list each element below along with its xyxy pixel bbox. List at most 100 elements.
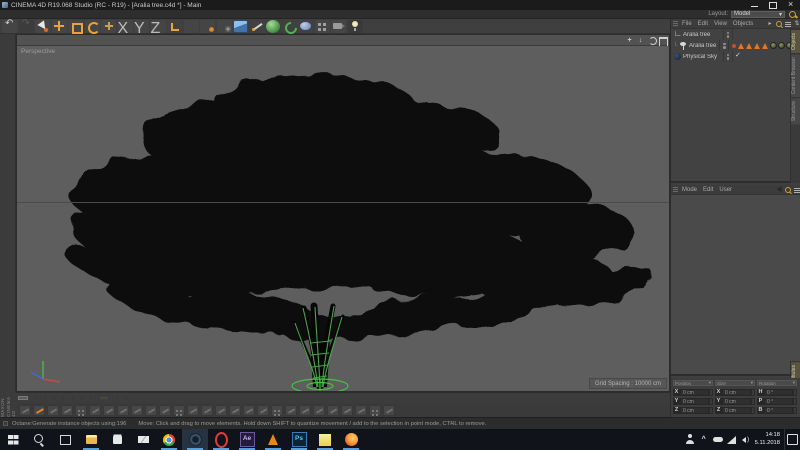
last-tool-icon[interactable]: [101, 20, 116, 33]
vlc-icon[interactable]: [260, 429, 286, 450]
modeling-command-icon[interactable]: [243, 405, 255, 416]
tray-expand-icon[interactable]: [697, 429, 711, 450]
scale-tool-icon[interactable]: [68, 20, 83, 33]
attribute-manager-menu-item[interactable]: Mode: [679, 187, 700, 193]
visibility-dots[interactable]: [719, 40, 729, 51]
minimize-icon[interactable]: [746, 0, 764, 10]
tool-tab[interactable]: [91, 397, 100, 399]
modeling-command-icon[interactable]: [187, 405, 199, 416]
modeling-command-icon[interactable]: [75, 405, 87, 416]
side-tab[interactable]: Content Browser: [791, 53, 800, 97]
modeling-command-icon[interactable]: [355, 405, 367, 416]
mail-icon[interactable]: [130, 429, 156, 450]
visibility-dots[interactable]: [723, 29, 733, 40]
filter-icon[interactable]: [784, 20, 792, 28]
render-picture-viewer-icon[interactable]: [200, 20, 215, 33]
dolly-view-icon[interactable]: [636, 36, 645, 45]
coordinate-header-dropdown[interactable]: Position▾: [673, 380, 713, 386]
spinner[interactable]: [709, 389, 713, 396]
mograph-cloner-icon[interactable]: [282, 20, 297, 33]
modeling-command-icon[interactable]: [341, 405, 353, 416]
spinner[interactable]: [793, 389, 797, 396]
onedrive-icon[interactable]: [711, 429, 725, 450]
chrome-icon[interactable]: [156, 429, 182, 450]
modeling-command-icon[interactable]: [271, 405, 283, 416]
material-sphere-icon[interactable]: [770, 42, 777, 49]
modeling-command-icon[interactable]: [145, 405, 157, 416]
modeling-command-icon[interactable]: [299, 405, 311, 416]
warn-triangle-icon[interactable]: [738, 43, 744, 49]
side-tab[interactable]: Structure: [791, 97, 800, 124]
tool-tab[interactable]: [46, 397, 55, 399]
search-icon[interactable]: [26, 429, 52, 450]
redo-icon[interactable]: [19, 20, 34, 33]
spinner[interactable]: [751, 398, 755, 405]
size-x-field[interactable]: 0 cm: [722, 389, 751, 396]
toggle-panels-icon[interactable]: [658, 36, 667, 45]
action-center-icon[interactable]: [784, 429, 800, 450]
subdivision-surface-icon[interactable]: [266, 20, 280, 33]
volume-icon[interactable]: [739, 429, 753, 450]
contact-icon[interactable]: [683, 429, 697, 450]
spinner[interactable]: [751, 407, 755, 414]
start-icon[interactable]: [0, 429, 26, 450]
light-icon[interactable]: [348, 20, 363, 33]
file-explorer-icon[interactable]: [78, 429, 104, 450]
position-z-field[interactable]: 0 cm: [680, 407, 709, 414]
spinner[interactable]: [709, 398, 713, 405]
maximize-icon[interactable]: [764, 0, 782, 10]
spline-pen-icon[interactable]: [250, 20, 265, 33]
metaball-icon[interactable]: [298, 20, 313, 33]
attribute-manager-menu-item[interactable]: Edit: [700, 187, 716, 193]
check-icon[interactable]: [735, 52, 742, 61]
y-axis-lock-icon[interactable]: [134, 20, 149, 33]
search-icon[interactable]: [784, 186, 792, 194]
search-icon[interactable]: [775, 20, 783, 28]
tool-tab[interactable]: [64, 397, 73, 399]
modeling-command-icon[interactable]: [327, 405, 339, 416]
object-manager-menu-item[interactable]: Objects: [730, 21, 756, 27]
task-view-icon[interactable]: [52, 429, 78, 450]
tool-tab[interactable]: [73, 397, 82, 399]
tool-tab[interactable]: [55, 397, 64, 399]
modeling-command-icon[interactable]: [103, 405, 115, 416]
tool-tab[interactable]: [18, 396, 28, 400]
material-sphere-icon[interactable]: [778, 42, 785, 49]
red-dot-icon[interactable]: [732, 44, 736, 48]
warn-triangle-icon[interactable]: [754, 43, 760, 49]
render-view-icon[interactable]: [184, 20, 199, 33]
object-row-aralia-tree-child[interactable]: └ Aralia tree: [671, 40, 800, 51]
object-row-physical-sky[interactable]: Physical Sky: [671, 51, 800, 62]
tool-tab[interactable]: [100, 397, 109, 399]
undo-icon[interactable]: [2, 20, 17, 33]
rotation-h-field[interactable]: 0 °: [764, 389, 793, 396]
firefox-icon[interactable]: [338, 429, 364, 450]
tool-tab[interactable]: [28, 397, 37, 399]
z-axis-lock-icon[interactable]: [151, 20, 166, 33]
size-y-field[interactable]: 0 cm: [722, 398, 751, 405]
modeling-command-icon[interactable]: [47, 405, 59, 416]
modeling-command-icon[interactable]: [201, 405, 213, 416]
rotate-tool-icon[interactable]: [85, 20, 100, 33]
spinner[interactable]: [709, 407, 713, 414]
modeling-command-icon[interactable]: [89, 405, 101, 416]
warn-triangle-icon[interactable]: [746, 43, 752, 49]
scroll-icon[interactable]: [793, 20, 800, 28]
object-manager-menu-item[interactable]: View: [711, 21, 730, 27]
coordinate-header-dropdown[interactable]: Rotation▾: [757, 380, 797, 386]
cinema4d-icon[interactable]: [182, 429, 208, 450]
knife-tool-icon[interactable]: [33, 405, 45, 416]
rotate-view-icon[interactable]: [647, 36, 656, 45]
position-y-field[interactable]: 0 cm: [680, 398, 709, 405]
object-manager-menu-item[interactable]: Edit: [695, 21, 711, 27]
spinner[interactable]: [793, 398, 797, 405]
tool-tab[interactable]: [82, 397, 91, 399]
sticky-notes-icon[interactable]: [312, 429, 338, 450]
attribute-manager-body[interactable]: [671, 195, 800, 374]
position-x-field[interactable]: 0 cm: [680, 389, 709, 396]
modeling-command-icon[interactable]: [369, 405, 381, 416]
move-tool-icon[interactable]: [52, 20, 67, 33]
layout-dropdown[interactable]: Model▾: [731, 11, 785, 18]
modeling-command-icon[interactable]: [229, 405, 241, 416]
panel-grip-icon[interactable]: [673, 21, 678, 26]
